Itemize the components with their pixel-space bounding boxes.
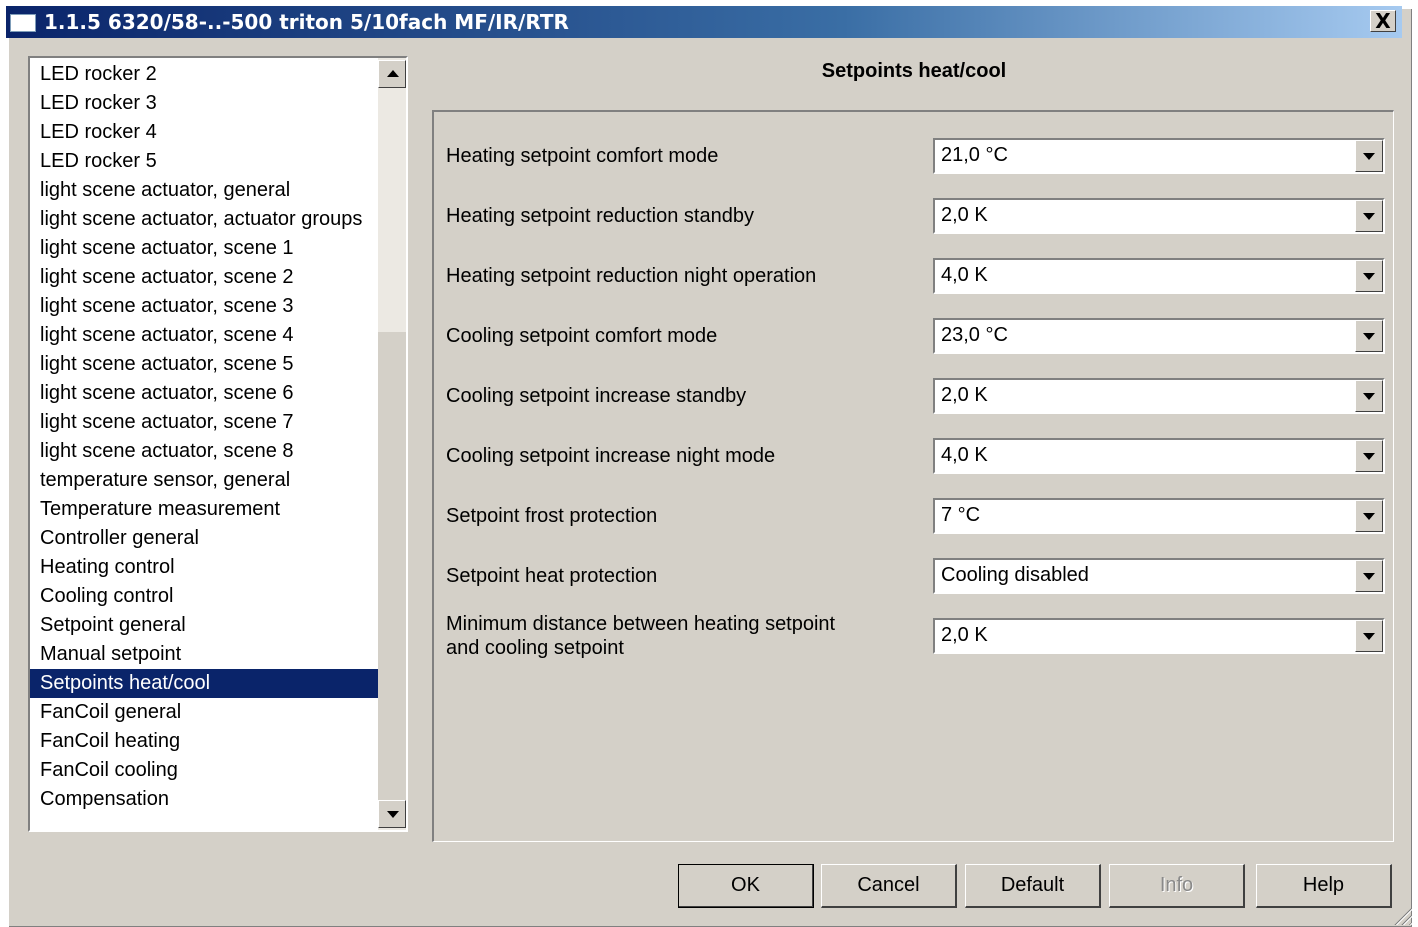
- info-button: Info: [1109, 864, 1245, 908]
- ok-button[interactable]: OK: [678, 864, 814, 908]
- param-dropdown[interactable]: 4,0 K: [933, 438, 1385, 474]
- tree-item[interactable]: Setpoints heat/cool: [30, 669, 380, 698]
- tree-item[interactable]: FanCoil heating: [30, 727, 380, 756]
- tree-item[interactable]: FanCoil cooling: [30, 756, 380, 785]
- default-button[interactable]: Default: [965, 864, 1101, 908]
- tree-item[interactable]: light scene actuator, scene 5: [30, 350, 380, 379]
- scroll-down-button[interactable]: [378, 800, 406, 828]
- dropdown-value: Cooling disabled: [941, 564, 1089, 586]
- close-button[interactable]: X: [1370, 10, 1396, 32]
- cancel-button[interactable]: Cancel: [821, 864, 957, 908]
- param-dropdown[interactable]: 23,0 °C: [933, 318, 1385, 354]
- param-label: Setpoint frost protection: [446, 505, 658, 527]
- dropdown-value: 2,0 K: [941, 624, 988, 646]
- chevron-down-icon: [1363, 633, 1375, 640]
- dropdown-value: 7 °C: [941, 504, 981, 526]
- param-label: Heating setpoint reduction night operati…: [446, 265, 817, 287]
- param-label: Cooling setpoint increase night mode: [446, 445, 776, 467]
- param-label: Cooling setpoint comfort mode: [446, 325, 718, 347]
- tree-item[interactable]: light scene actuator, scene 2: [30, 263, 380, 292]
- tree-item[interactable]: LED rocker 3: [30, 89, 380, 118]
- tree-item[interactable]: light scene actuator, scene 7: [30, 408, 380, 437]
- window-title: 1.1.5 6320/58-..-500 triton 5/10fach MF/…: [44, 10, 569, 34]
- page-title: Setpoints heat/cool: [821, 60, 1007, 82]
- tree-list: LED rocker 2 LED rocker 3 LED rocker 4 LED …: [30, 60, 380, 814]
- chevron-down-icon: [1363, 573, 1375, 580]
- param-label: Heating setpoint comfort mode: [446, 145, 719, 167]
- tree-item[interactable]: FanCoil general: [30, 698, 380, 727]
- dropdown-button[interactable]: [1355, 200, 1383, 232]
- tree-scrollbar[interactable]: [378, 58, 406, 830]
- dropdown-value: 21,0 °C: [941, 144, 1008, 166]
- tree-item[interactable]: light scene actuator, scene 8: [30, 437, 380, 466]
- chevron-down-icon: [1363, 333, 1375, 340]
- parameter-tree[interactable]: LED rocker 2 LED rocker 3 LED rocker 4 LED …: [28, 56, 408, 832]
- chevron-down-icon: [1363, 213, 1375, 220]
- dropdown-button[interactable]: [1355, 560, 1383, 592]
- window-icon: [10, 14, 36, 32]
- tree-item[interactable]: Compensation: [30, 785, 380, 814]
- scroll-up-button[interactable]: [378, 60, 406, 88]
- chevron-down-icon: [1363, 453, 1375, 460]
- tree-item[interactable]: Cooling control: [30, 582, 380, 611]
- param-label-line: and cooling setpoint: [446, 637, 624, 659]
- tree-item[interactable]: light scene actuator, scene 6: [30, 379, 380, 408]
- dropdown-button[interactable]: [1355, 620, 1383, 652]
- dropdown-button[interactable]: [1355, 260, 1383, 292]
- chevron-down-icon: [1363, 153, 1375, 160]
- tree-item[interactable]: temperature sensor, general: [30, 466, 380, 495]
- tree-item[interactable]: light scene actuator, scene 4: [30, 321, 380, 350]
- arrow-down-icon: [387, 811, 399, 818]
- tree-item[interactable]: Heating control: [30, 553, 380, 582]
- param-label: Setpoint heat protection: [446, 565, 658, 587]
- param-dropdown[interactable]: 2,0 K: [933, 378, 1385, 414]
- param-label-line: Minimum distance between heating setpoin…: [446, 613, 836, 635]
- tree-item[interactable]: LED rocker 5: [30, 147, 380, 176]
- dropdown-button[interactable]: [1355, 380, 1383, 412]
- tree-item[interactable]: Temperature measurement: [30, 495, 380, 524]
- param-dropdown[interactable]: 2,0 K: [933, 618, 1385, 654]
- param-dropdown[interactable]: 2,0 K: [933, 198, 1385, 234]
- dropdown-button[interactable]: [1355, 440, 1383, 472]
- tree-item[interactable]: light scene actuator, scene 3: [30, 292, 380, 321]
- title-bar[interactable]: 1.1.5 6320/58-..-500 triton 5/10fach MF/…: [6, 6, 1402, 38]
- chevron-down-icon: [1363, 393, 1375, 400]
- dropdown-value: 2,0 K: [941, 384, 988, 406]
- help-button[interactable]: Help: [1256, 864, 1392, 908]
- dropdown-value: 4,0 K: [941, 264, 988, 286]
- param-label: Cooling setpoint increase standby: [446, 385, 747, 407]
- tree-item[interactable]: light scene actuator, actuator groups: [30, 205, 380, 234]
- dropdown-button[interactable]: [1355, 140, 1383, 172]
- dropdown-value: 23,0 °C: [941, 324, 1008, 346]
- param-dropdown[interactable]: 4,0 K: [933, 258, 1385, 294]
- scrollbar-thumb[interactable]: [378, 332, 406, 800]
- param-dropdown[interactable]: Cooling disabled: [933, 558, 1385, 594]
- dropdown-button[interactable]: [1355, 320, 1383, 352]
- tree-item[interactable]: Controller general: [30, 524, 380, 553]
- param-dropdown[interactable]: 7 °C: [933, 498, 1385, 534]
- param-dropdown[interactable]: 21,0 °C: [933, 138, 1385, 174]
- chevron-down-icon: [1363, 513, 1375, 520]
- tree-item[interactable]: Manual setpoint: [30, 640, 380, 669]
- tree-item[interactable]: LED rocker 4: [30, 118, 380, 147]
- param-label: Minimum distance between heating setpoin…: [446, 612, 835, 660]
- arrow-up-icon: [387, 70, 399, 77]
- dropdown-button[interactable]: [1355, 500, 1383, 532]
- param-label: Heating setpoint reduction standby: [446, 205, 754, 227]
- chevron-down-icon: [1363, 273, 1375, 280]
- tree-item[interactable]: light scene actuator, general: [30, 176, 380, 205]
- tree-item[interactable]: LED rocker 2: [30, 60, 380, 89]
- tree-item[interactable]: light scene actuator, scene 1: [30, 234, 380, 263]
- tree-item[interactable]: Setpoint general: [30, 611, 380, 640]
- dropdown-value: 2,0 K: [941, 204, 988, 226]
- dropdown-value: 4,0 K: [941, 444, 988, 466]
